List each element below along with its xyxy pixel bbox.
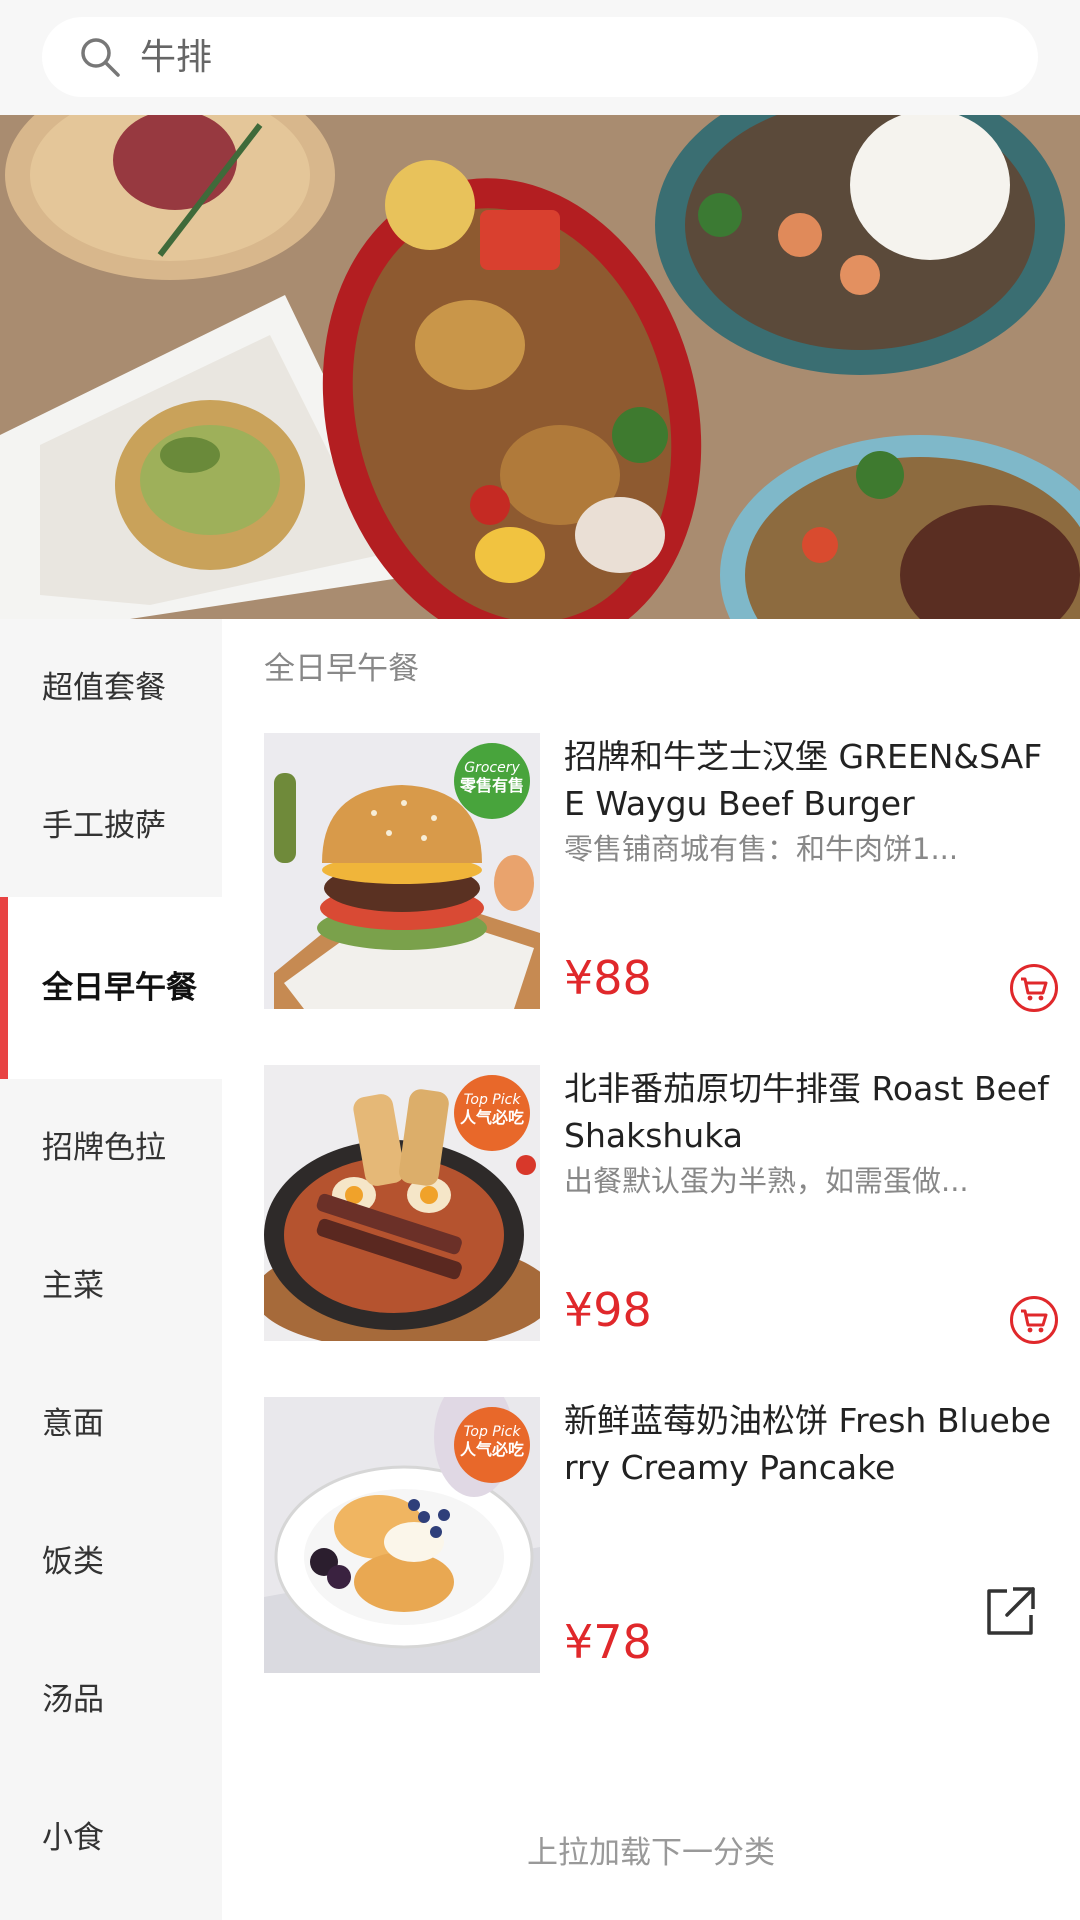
sidebar-item-label: 小食 — [42, 1820, 104, 1856]
sidebar-item-label: 饭类 — [42, 1544, 104, 1580]
grocery-badge: Grocery 零售有售 — [454, 743, 530, 819]
product-price: ¥88 — [564, 951, 652, 1005]
sidebar-item-label: 汤品 — [42, 1682, 104, 1718]
section-title: 全日早午餐 — [264, 651, 419, 687]
top-pick-badge: Top Pick 人气必吃 — [454, 1075, 530, 1151]
sidebar-item-brunch[interactable]: 全日早午餐 — [0, 897, 222, 1079]
product-image-shakshuka[interactable]: Top Pick 人气必吃 — [264, 1065, 540, 1341]
product-name[interactable]: 新鲜蓝莓奶油松饼 Fresh Blueberry Creamy Pancake — [564, 1397, 1059, 1491]
product-price: ¥98 — [564, 1283, 652, 1337]
product-name[interactable]: 招牌和牛芝士汉堡 GREEN&SAFE Waygu Beef Burger — [564, 733, 1059, 827]
sidebar-item-salad[interactable]: 招牌色拉 — [0, 1079, 222, 1217]
sidebar-item-pizza[interactable]: 手工披萨 — [0, 757, 222, 895]
badge-line2: 人气必吃 — [459, 1108, 524, 1127]
sidebar-item-label: 意面 — [42, 1406, 104, 1442]
badge-line1: Grocery — [464, 760, 520, 776]
badge-line2: 零售有售 — [459, 776, 524, 795]
sidebar-item-snacks[interactable]: 小食 — [0, 1769, 222, 1907]
top-pick-badge: Top Pick 人气必吃 — [454, 1407, 530, 1483]
category-sidebar: 超值套餐 手工披萨 全日早午餐 招牌色拉 主菜 意面 饭类 汤品 小食 — [0, 619, 222, 1920]
product-item[interactable]: Top Pick 人气必吃 新鲜蓝莓奶油松饼 Fresh Blueberry C… — [264, 1397, 1059, 1675]
product-image-pancake[interactable]: Top Pick 人气必吃 — [264, 1397, 540, 1673]
sidebar-item-label: 招牌色拉 — [42, 1130, 166, 1166]
sidebar-item-label: 手工披萨 — [42, 808, 166, 844]
product-price: ¥78 — [564, 1615, 652, 1669]
top-bar — [0, 0, 1080, 115]
product-list: 全日早午餐 Grocery 零售有售 招牌和牛芝士汉堡 GREEN&SAFE W… — [222, 619, 1080, 1920]
banner-food-illustration — [0, 115, 1080, 619]
sidebar-item-value-set[interactable]: 超值套餐 — [0, 619, 222, 757]
sidebar-item-mains[interactable]: 主菜 — [0, 1217, 222, 1355]
product-description: 出餐默认蛋为半熟，如需蛋做... — [564, 1164, 969, 1198]
cart-icon[interactable] — [1009, 963, 1059, 1013]
product-item[interactable]: Top Pick 人气必吃 北非番茄原切牛排蛋 Roast Beef Shaks… — [264, 1065, 1059, 1345]
product-name[interactable]: 北非番茄原切牛排蛋 Roast Beef Shakshuka — [564, 1065, 1059, 1159]
product-description: 零售铺商城有售：和牛肉饼1... — [564, 832, 959, 866]
product-item[interactable]: Grocery 零售有售 招牌和牛芝士汉堡 GREEN&SAFE Waygu B… — [264, 733, 1059, 1013]
load-more-hint: 上拉加载下一分类 — [527, 1835, 775, 1871]
search-icon — [81, 38, 120, 77]
sidebar-item-label: 超值套餐 — [42, 670, 166, 706]
hero-banner-image[interactable] — [0, 115, 1080, 619]
sidebar-item-soup[interactable]: 汤品 — [0, 1631, 222, 1769]
sidebar-item-label: 主菜 — [42, 1268, 104, 1304]
product-image-burger[interactable]: Grocery 零售有售 — [264, 733, 540, 1009]
search-box[interactable] — [42, 17, 1038, 97]
cart-icon[interactable] — [1009, 1295, 1059, 1345]
sidebar-item-rice[interactable]: 饭类 — [0, 1493, 222, 1631]
sidebar-item-pasta[interactable]: 意面 — [0, 1355, 222, 1493]
search-input[interactable] — [138, 27, 998, 87]
share-icon[interactable] — [983, 1583, 1039, 1639]
badge-line2: 人气必吃 — [459, 1440, 524, 1459]
badge-line1: Top Pick — [463, 1424, 521, 1440]
sidebar-item-label: 全日早午餐 — [42, 970, 197, 1006]
badge-line1: Top Pick — [463, 1092, 521, 1108]
